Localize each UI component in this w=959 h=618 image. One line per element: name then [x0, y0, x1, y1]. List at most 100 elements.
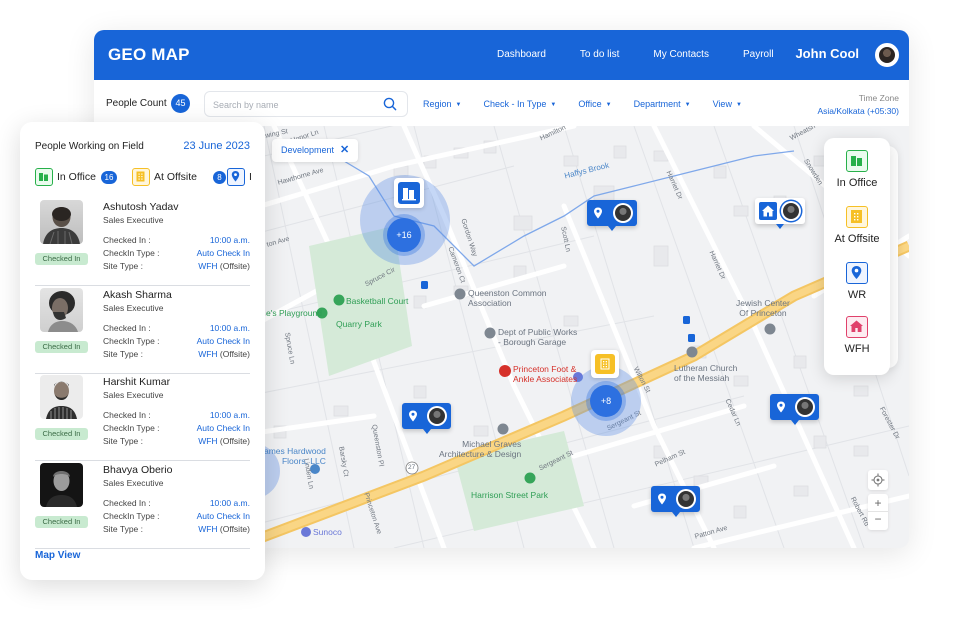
- site-type-row: Site Type : WFH (Offsite): [103, 436, 250, 446]
- category-count: 16: [101, 171, 117, 184]
- checked-in-time: 10:00 a.m.: [209, 498, 250, 508]
- map-view-link[interactable]: Map View: [35, 550, 80, 561]
- filter-department[interactable]: Department ▼: [634, 99, 691, 109]
- caret-down-icon: ▼: [684, 102, 691, 108]
- locate-me-button[interactable]: [868, 470, 888, 490]
- nav-todo-list[interactable]: To do list: [580, 49, 619, 60]
- filter-label: Check - In Type: [483, 99, 547, 109]
- filter-office[interactable]: Office ▼: [578, 99, 611, 109]
- person-avatar: [613, 203, 633, 223]
- label-line: of the Messiah: [674, 373, 730, 383]
- offsite-building-icon: [132, 168, 150, 186]
- map-legend: In Office At Offsite WR WFH: [824, 138, 890, 375]
- label-line: Michael Graves: [462, 439, 522, 449]
- filter-label: Region: [423, 99, 452, 109]
- person-name: Ashutosh Yadav: [103, 201, 179, 213]
- search-box[interactable]: [204, 91, 408, 117]
- zoom-in-button[interactable]: +: [868, 494, 888, 512]
- search-input[interactable]: [213, 97, 373, 113]
- place-hardwood-floors[interactable]: ames Hardwood Floors, LLC: [264, 446, 326, 466]
- field-label: CheckIn Type :: [103, 511, 160, 521]
- top-navbar: GEO MAP Dashboard To do list My Contacts…: [94, 30, 909, 80]
- category-label: In Office: [57, 171, 96, 183]
- place-quarry-park[interactable]: Quarry Park: [336, 319, 382, 329]
- label-line: - Borough Garage: [498, 337, 567, 347]
- nav-my-contacts[interactable]: My Contacts: [653, 49, 709, 60]
- label-line: Lutheran Church: [674, 363, 738, 373]
- person-card[interactable]: Checked In Harshit Kumar Sales Executive…: [35, 375, 250, 461]
- filter-chip-development: Development ✕: [272, 139, 359, 162]
- person-card[interactable]: Checked In Ashutosh Yadav Sales Executiv…: [35, 200, 250, 286]
- person-card[interactable]: Checked In Akash Sharma Sales Executive …: [35, 288, 250, 374]
- person-photo: [40, 288, 83, 332]
- place-playground[interactable]: e's Playground: [266, 308, 322, 318]
- filter-checkin-type[interactable]: Check - In Type ▼: [483, 99, 556, 109]
- person-card[interactable]: Checked In Bhavya Oberio Sales Executive…: [35, 463, 250, 549]
- filter-bar: People Count 45 Region▼ Check - In Type▼…: [94, 80, 909, 126]
- person-marker-wr[interactable]: [587, 200, 637, 231]
- main-nav: Dashboard To do list My Contacts Payroll: [497, 49, 808, 60]
- place-jewish-center[interactable]: Jewish Center Of Princeton: [736, 298, 790, 318]
- place-dept-public-works[interactable]: Dept of Public Works - Borough Garage: [498, 327, 577, 347]
- zoom-out-button[interactable]: −: [868, 512, 888, 529]
- user-name[interactable]: John Cool: [795, 46, 859, 61]
- filter-label: Department: [633, 99, 681, 109]
- legend-label: In Office: [836, 177, 878, 189]
- field-label: CheckIn Type :: [103, 423, 160, 433]
- checkin-type-row: CheckIn Type : Auto Check In: [103, 336, 250, 346]
- person-marker-wfh[interactable]: [755, 198, 805, 229]
- cluster-count[interactable]: +16: [387, 218, 421, 252]
- field-label: Site Type :: [103, 436, 144, 446]
- people-count-label: People Count: [106, 98, 167, 109]
- close-icon[interactable]: ✕: [340, 144, 349, 156]
- checked-in-row: Checked In : 10:00 a.m.: [103, 410, 250, 420]
- nav-dashboard[interactable]: Dashboard: [497, 49, 546, 60]
- filter-label: Office: [578, 99, 602, 109]
- person-avatar: [781, 201, 801, 221]
- legend-item-in-office[interactable]: In Office: [824, 150, 890, 189]
- site-type-row: Site Type : WFH (Offsite): [103, 349, 250, 359]
- person-avatar: [676, 489, 696, 509]
- offsite-building-icon: [846, 206, 868, 228]
- cluster-count[interactable]: +8: [590, 385, 622, 417]
- person-marker-wr[interactable]: [402, 403, 451, 434]
- label-line: Queenston Common: [468, 288, 547, 298]
- in-office-marker[interactable]: [394, 178, 424, 208]
- place-lutheran-church[interactable]: Lutheran Church of the Messiah: [674, 363, 737, 383]
- site-type-row: Site Type : WFH (Offsite): [103, 524, 250, 534]
- checkin-type-row: CheckIn Type : Auto Check In: [103, 511, 250, 521]
- checked-in-row: Checked In : 10:00 a.m.: [103, 235, 250, 245]
- place-sunoco[interactable]: Sunoco: [313, 527, 342, 537]
- place-harrison-street-park[interactable]: Harrison Street Park: [471, 490, 548, 500]
- timezone-value[interactable]: Asia/Kolkata (+05:30): [817, 106, 899, 116]
- panel-date[interactable]: 23 June 2023: [183, 140, 250, 152]
- place-michael-graves[interactable]: Michael Graves Architecture & Design: [439, 439, 521, 459]
- person-role: Sales Executive: [103, 303, 164, 313]
- label-line: Architecture & Design: [439, 449, 522, 459]
- site-type-value: WFH (Offsite): [198, 261, 250, 271]
- filter-view[interactable]: View ▼: [713, 99, 742, 109]
- legend-item-wr[interactable]: WR: [824, 262, 890, 301]
- place-queenston-common[interactable]: Queenston Common Association: [468, 288, 546, 308]
- filter-region[interactable]: Region ▼: [423, 99, 461, 109]
- legend-label: WR: [847, 289, 867, 301]
- category-count: 8: [213, 171, 226, 184]
- crosshair-icon: [871, 473, 885, 487]
- checked-in-time: 10:00 a.m.: [209, 323, 250, 333]
- status-badge: Checked In: [35, 516, 88, 528]
- place-princeton-foot-ankle[interactable]: Princeton Foot & Ankle Associates: [513, 364, 577, 384]
- legend-item-wfh[interactable]: WFH: [824, 316, 890, 355]
- legend-label: At Offsite: [834, 233, 880, 245]
- person-role: Sales Executive: [103, 215, 164, 225]
- at-offsite-marker[interactable]: [591, 350, 619, 378]
- place-basketball-court[interactable]: Basketball Court: [346, 296, 408, 306]
- person-photo: [40, 200, 83, 244]
- site-type-value: WFH (Offsite): [198, 349, 250, 359]
- person-marker-wr[interactable]: [651, 486, 700, 517]
- nav-payroll[interactable]: Payroll: [743, 49, 774, 60]
- panel-title: People Working on Field: [35, 141, 144, 152]
- user-avatar[interactable]: [875, 43, 899, 67]
- search-icon[interactable]: [383, 97, 397, 111]
- legend-item-at-offsite[interactable]: At Offsite: [824, 206, 890, 245]
- person-marker-wr[interactable]: [770, 394, 819, 425]
